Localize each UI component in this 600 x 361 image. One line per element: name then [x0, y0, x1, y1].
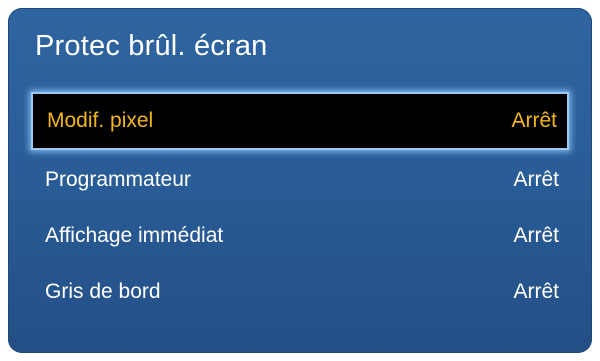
menu-item-value: Arrêt: [513, 168, 559, 191]
menu-item-label: Gris de bord: [45, 280, 161, 303]
menu-item-value: Arrêt: [513, 224, 559, 247]
screen-burn-protection-panel: Protec brûl. écran Modif. pixel Arrêt Pr…: [8, 8, 592, 353]
menu-item-label: Affichage immédiat: [45, 224, 224, 247]
menu-item-side-gray[interactable]: Gris de bord Arrêt: [31, 264, 569, 320]
menu-item-timer[interactable]: Programmateur Arrêt: [31, 152, 569, 208]
menu-item-label: Programmateur: [45, 168, 191, 191]
menu-item-immediate-display[interactable]: Affichage immédiat Arrêt: [31, 208, 569, 264]
menu-item-value: Arrêt: [513, 280, 559, 303]
menu-title: Protec brûl. écran: [35, 30, 268, 62]
menu-item-pixel-shift[interactable]: Modif. pixel Arrêt: [31, 92, 569, 150]
menu-list: Modif. pixel Arrêt Programmateur Arrêt A…: [31, 92, 569, 320]
menu-item-label: Modif. pixel: [47, 109, 154, 132]
menu-item-value: Arrêt: [511, 109, 557, 132]
